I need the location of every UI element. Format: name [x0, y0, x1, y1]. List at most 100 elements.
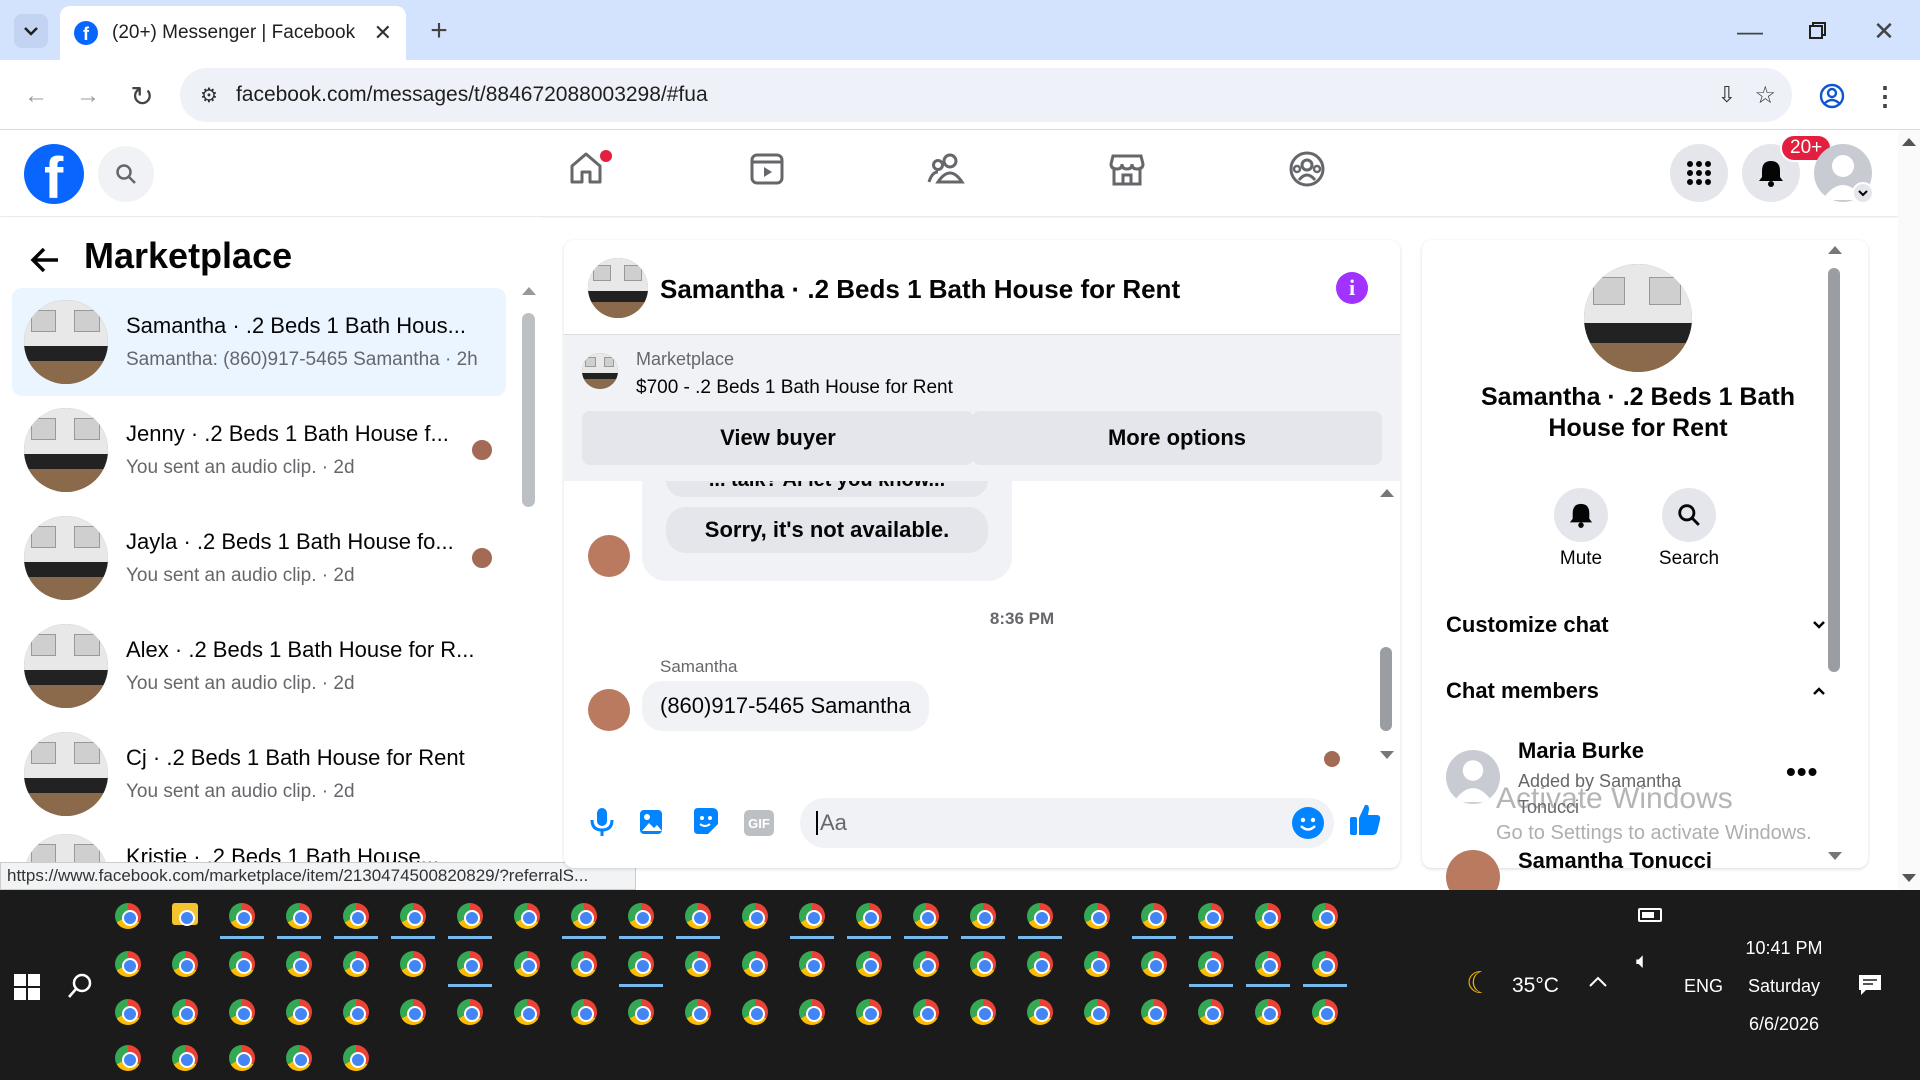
chrome-taskbar-icon[interactable]	[970, 999, 996, 1025]
chrome-taskbar-icon[interactable]	[229, 999, 255, 1025]
groups-nav-icon[interactable]	[1288, 150, 1328, 190]
chrome-taskbar-icon[interactable]	[913, 951, 939, 977]
action-center-icon[interactable]	[1858, 974, 1882, 996]
chrome-taskbar-icon[interactable]	[856, 903, 882, 929]
chrome-taskbar-icon[interactable]	[970, 951, 996, 977]
chrome-taskbar-icon[interactable]	[343, 1045, 369, 1071]
back-arrow-icon[interactable]: ←	[18, 78, 54, 114]
search-icon[interactable]	[98, 146, 154, 202]
chrome-taskbar-icon[interactable]	[799, 951, 825, 977]
chrome-taskbar-icon[interactable]	[1198, 903, 1224, 929]
chrome-taskbar-icon[interactable]	[628, 903, 654, 929]
info-panel-scrollbar[interactable]	[1828, 268, 1840, 672]
search-conversation-icon[interactable]	[1662, 488, 1716, 542]
sticker-icon[interactable]	[690, 806, 724, 840]
chrome-taskbar-icon[interactable]	[799, 903, 825, 929]
chrome-taskbar-icon[interactable]	[685, 903, 711, 929]
conversation-item[interactable]: Jayla · .2 Beds 1 Bath House fo... You s…	[12, 504, 506, 612]
conversation-item[interactable]: Cj · .2 Beds 1 Bath House for Rent You s…	[12, 720, 506, 828]
chrome-taskbar-icon[interactable]	[742, 951, 768, 977]
sender-avatar[interactable]	[588, 689, 630, 731]
chrome-taskbar-icon[interactable]	[457, 999, 483, 1025]
chrome-taskbar-icon[interactable]	[1027, 999, 1053, 1025]
chrome-taskbar-icon[interactable]	[571, 999, 597, 1025]
chrome-taskbar-icon[interactable]	[229, 903, 255, 929]
chrome-taskbar-icon[interactable]	[115, 1045, 141, 1071]
chrome-taskbar-icon[interactable]	[343, 903, 369, 929]
chrome-taskbar-icon[interactable]	[685, 951, 711, 977]
chat-header-title[interactable]: Samantha · .2 Beds 1 Bath House for Rent	[660, 274, 1180, 305]
scroll-down-icon[interactable]	[1380, 751, 1394, 759]
address-bar[interactable]: ⚙ facebook.com/messages/t/88467208800329…	[180, 68, 1792, 122]
volume-icon[interactable]: 🔈︎	[1636, 948, 1649, 974]
chrome-taskbar-icon[interactable]	[457, 903, 483, 929]
file-explorer-icon[interactable]	[172, 903, 198, 926]
chrome-taskbar-icon[interactable]	[1255, 999, 1281, 1025]
restore-icon[interactable]	[1798, 14, 1838, 48]
chrome-taskbar-icon[interactable]	[1141, 999, 1167, 1025]
tab-close-icon[interactable]: ✕	[374, 20, 392, 46]
chrome-taskbar-icon[interactable]	[1312, 999, 1338, 1025]
language-indicator[interactable]: ENG	[1684, 976, 1723, 997]
scroll-up-icon[interactable]	[1902, 138, 1916, 146]
thumbs-up-icon[interactable]	[1348, 802, 1384, 842]
new-tab-plus-icon[interactable]: +	[422, 14, 456, 48]
quick-reply-option[interactable]: ... talk? Al let you know...	[666, 481, 988, 497]
customize-chat-row[interactable]: Customize chat	[1446, 602, 1826, 648]
conversation-item[interactable]: Samantha · .2 Beds 1 Bath Hous... Samant…	[12, 288, 506, 396]
weather-temperature[interactable]: 35°C	[1512, 974, 1559, 998]
chrome-taskbar-icon[interactable]	[286, 903, 312, 929]
tab-search-chevron-icon[interactable]	[14, 14, 48, 48]
chrome-taskbar-icon[interactable]	[970, 903, 996, 929]
chat-header-avatar[interactable]	[588, 258, 648, 318]
chrome-taskbar-icon[interactable]	[286, 1045, 312, 1071]
chrome-taskbar-icon[interactable]	[1198, 999, 1224, 1025]
active-tab[interactable]: f (20+) Messenger | Facebook ✕	[60, 6, 406, 60]
chrome-taskbar-icon[interactable]	[457, 951, 483, 977]
chrome-taskbar-icon[interactable]	[400, 951, 426, 977]
chrome-taskbar-icon[interactable]	[856, 951, 882, 977]
back-arrow-icon[interactable]	[28, 243, 68, 283]
quick-reply-option[interactable]: Sorry, it's not available.	[666, 507, 988, 553]
account-chevron-icon[interactable]	[1852, 182, 1874, 204]
chrome-taskbar-icon[interactable]	[628, 999, 654, 1025]
chrome-taskbar-icon[interactable]	[172, 1045, 198, 1071]
conversation-item[interactable]: Alex · .2 Beds 1 Bath House for R... You…	[12, 612, 506, 720]
window-close-icon[interactable]: ✕	[1864, 14, 1904, 48]
home-nav-icon[interactable]	[566, 148, 614, 196]
more-options-button[interactable]: More options	[972, 411, 1382, 465]
member-more-icon[interactable]: •••	[1786, 756, 1818, 788]
chrome-taskbar-icon[interactable]	[172, 951, 198, 977]
marketplace-nav-icon[interactable]	[1108, 150, 1148, 190]
conversation-list-scrollbar[interactable]	[522, 313, 535, 507]
chrome-taskbar-icon[interactable]	[913, 903, 939, 929]
member-name[interactable]: Samantha Tonucci	[1518, 848, 1712, 874]
scroll-down-icon[interactable]	[1828, 852, 1842, 860]
chrome-taskbar-icon[interactable]	[628, 951, 654, 977]
menu-grid-icon[interactable]	[1670, 144, 1728, 202]
battery-icon[interactable]	[1638, 908, 1662, 922]
listing-title[interactable]: $700 - .2 Beds 1 Bath House for Rent	[636, 377, 953, 399]
chrome-taskbar-icon[interactable]	[571, 951, 597, 977]
clock-day[interactable]: Saturday	[1738, 976, 1830, 997]
page-scrollbar[interactable]	[1898, 130, 1920, 890]
chrome-taskbar-icon[interactable]	[1255, 903, 1281, 929]
member-avatar[interactable]	[1446, 750, 1500, 804]
windows-start-icon[interactable]	[14, 974, 40, 1000]
chrome-taskbar-icon[interactable]	[229, 1045, 255, 1071]
photo-icon[interactable]	[638, 806, 668, 840]
chrome-taskbar-icon[interactable]	[1084, 951, 1110, 977]
chrome-taskbar-icon[interactable]	[343, 951, 369, 977]
gif-icon[interactable]: GIF	[744, 810, 774, 836]
site-settings-icon[interactable]: ⚙	[200, 83, 218, 108]
chrome-taskbar-icon[interactable]	[514, 999, 540, 1025]
profile-icon[interactable]	[1814, 78, 1850, 114]
message-bubble[interactable]: (860)917-5465 Samantha	[642, 681, 929, 731]
bookmark-star-icon[interactable]: ☆	[1754, 81, 1776, 110]
chrome-taskbar-icon[interactable]	[229, 951, 255, 977]
chrome-taskbar-icon[interactable]	[115, 951, 141, 977]
chrome-taskbar-icon[interactable]	[1312, 951, 1338, 977]
chrome-taskbar-icon[interactable]	[856, 999, 882, 1025]
minimize-icon[interactable]: —	[1730, 14, 1770, 48]
friends-nav-icon[interactable]	[926, 150, 970, 190]
